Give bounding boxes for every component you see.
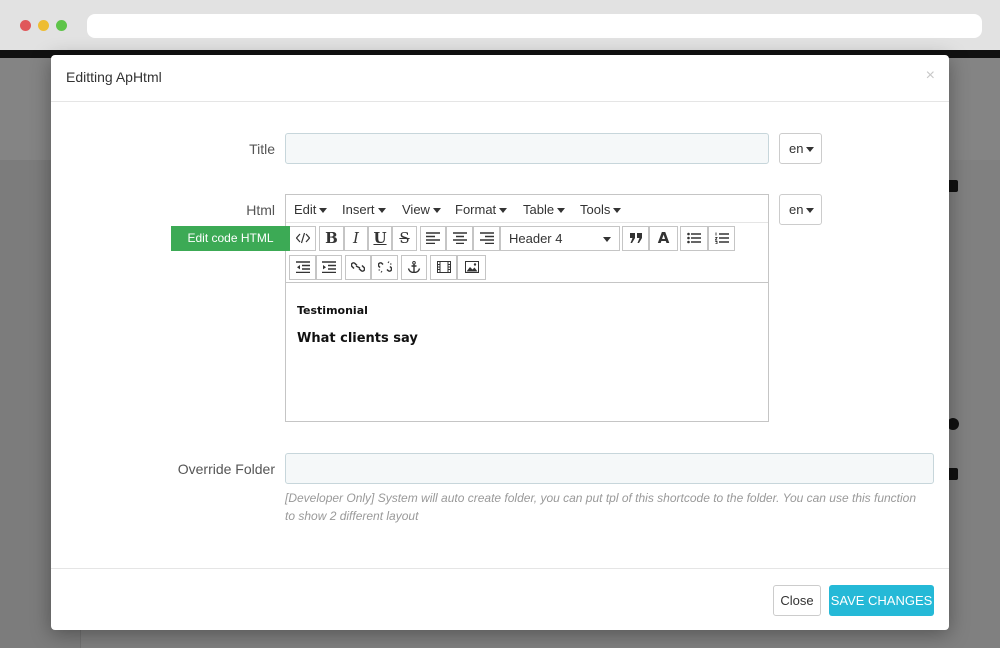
align-center-icon xyxy=(452,232,467,244)
title-language-dropdown[interactable]: en xyxy=(779,133,822,164)
menu-insert[interactable]: Insert xyxy=(342,202,386,217)
title-language-value: en xyxy=(789,141,804,156)
menu-view[interactable]: View xyxy=(402,202,441,217)
numbered-list-icon xyxy=(714,232,729,244)
title-label: Title xyxy=(249,141,275,157)
html-language-value: en xyxy=(789,202,804,217)
link-icon xyxy=(351,262,365,272)
rich-text-editor: Edit Insert View Format Table Tools B I … xyxy=(285,194,769,422)
chevron-down-icon xyxy=(806,147,815,153)
content-heading-small: Testimonial xyxy=(297,304,368,317)
indent-icon xyxy=(322,261,336,273)
anchor-icon xyxy=(407,261,421,273)
chevron-down-icon xyxy=(377,208,386,214)
address-bar[interactable] xyxy=(87,14,982,38)
chevron-down-icon xyxy=(613,208,622,214)
numbered-list-button[interactable] xyxy=(708,226,735,251)
code-button[interactable] xyxy=(289,226,316,251)
title-input[interactable] xyxy=(285,133,769,164)
menu-format-label: Format xyxy=(455,202,497,217)
strikethrough-button[interactable]: S xyxy=(392,226,417,251)
align-right-icon xyxy=(479,232,494,244)
underline-icon: U xyxy=(373,229,387,247)
blockquote-button[interactable] xyxy=(622,226,649,251)
insert-media-button[interactable] xyxy=(430,255,457,280)
modal-close-button[interactable]: × xyxy=(926,67,935,85)
menu-edit-label: Edit xyxy=(294,202,317,217)
chevron-down-icon xyxy=(499,208,508,214)
chevron-down-icon xyxy=(557,208,566,214)
content-heading-large: What clients say xyxy=(297,331,418,346)
chevron-down-icon xyxy=(319,208,328,214)
outdent-icon xyxy=(295,261,310,273)
close-button[interactable]: Close xyxy=(773,585,821,616)
insert-link-button[interactable] xyxy=(345,255,371,280)
underline-button[interactable]: U xyxy=(368,226,392,251)
code-icon xyxy=(295,232,310,244)
block-format-dropdown[interactable]: Header 4 xyxy=(500,226,620,251)
align-center-button[interactable] xyxy=(446,226,473,251)
italic-icon: I xyxy=(353,229,359,247)
editor-menubar: Edit Insert View Format Table Tools xyxy=(286,195,768,223)
modal-footer: Close SAVE CHANGES xyxy=(51,568,949,630)
override-folder-input[interactable] xyxy=(285,453,934,484)
window-minimize-dot[interactable] xyxy=(38,20,49,31)
bold-button[interactable]: B xyxy=(319,226,344,251)
editor-toolbar: B I U S Header 4 A xyxy=(286,223,768,283)
align-left-button[interactable] xyxy=(420,226,446,251)
block-format-value: Header 4 xyxy=(509,231,563,246)
chevron-down-icon xyxy=(603,237,611,242)
insert-image-button[interactable] xyxy=(457,255,486,280)
menu-insert-label: Insert xyxy=(342,202,375,217)
edit-code-html-button[interactable]: Edit code HTML xyxy=(171,226,290,251)
italic-button[interactable]: I xyxy=(344,226,368,251)
anchor-button[interactable] xyxy=(401,255,427,280)
modal-header: Editting ApHtml × xyxy=(51,55,949,102)
unlink-icon xyxy=(377,261,392,273)
menu-tools-label: Tools xyxy=(580,202,611,217)
override-folder-label: Override Folder xyxy=(177,461,275,477)
image-icon xyxy=(464,261,479,273)
save-changes-button[interactable]: SAVE CHANGES xyxy=(829,585,934,616)
menu-format[interactable]: Format xyxy=(455,202,508,217)
chevron-down-icon xyxy=(432,208,441,214)
editor-content-area[interactable]: Testimonial What clients say xyxy=(286,283,768,421)
strikethrough-icon: S xyxy=(399,229,410,247)
modal-title: Editting ApHtml xyxy=(66,69,162,85)
align-right-button[interactable] xyxy=(473,226,500,251)
blockquote-icon xyxy=(629,233,642,243)
bullet-list-icon xyxy=(687,232,701,244)
override-folder-help: [Developer Only] System will auto create… xyxy=(285,491,917,523)
edit-modal: Editting ApHtml × Title en Html en Edit … xyxy=(51,55,949,630)
outdent-button[interactable] xyxy=(289,255,316,280)
text-color-button[interactable]: A xyxy=(649,226,678,251)
browser-chrome xyxy=(0,0,1000,50)
menu-view-label: View xyxy=(402,202,430,217)
unlink-button[interactable] xyxy=(371,255,398,280)
indent-button[interactable] xyxy=(316,255,342,280)
menu-edit[interactable]: Edit xyxy=(294,202,328,217)
chevron-down-icon xyxy=(806,208,815,214)
menu-table-label: Table xyxy=(523,202,555,217)
align-left-icon xyxy=(426,232,440,244)
menu-tools[interactable]: Tools xyxy=(580,202,622,217)
window-close-dot[interactable] xyxy=(20,20,31,31)
text-color-icon: A xyxy=(657,229,670,247)
menu-table[interactable]: Table xyxy=(523,202,566,217)
window-maximize-dot[interactable] xyxy=(56,20,67,31)
html-language-dropdown[interactable]: en xyxy=(779,194,822,225)
html-label: Html xyxy=(246,202,275,218)
bold-icon: B xyxy=(325,229,338,247)
media-icon xyxy=(436,261,451,273)
bullet-list-button[interactable] xyxy=(680,226,708,251)
